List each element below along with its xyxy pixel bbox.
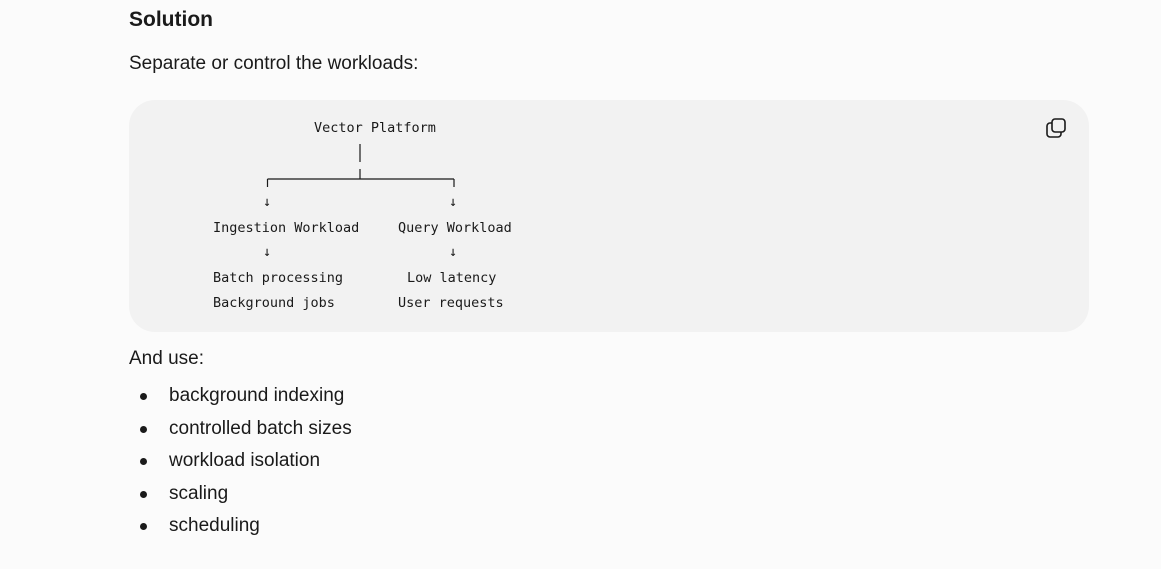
list-item-text: controlled batch sizes	[169, 417, 352, 439]
list-item-text: workload isolation	[169, 450, 321, 471]
right-item-user-requests: User requests	[398, 295, 504, 311]
right-arrow: ↓	[449, 194, 458, 210]
list-item: background indexing	[129, 383, 352, 416]
list-item: scheduling	[129, 513, 352, 546]
copy-icon	[1046, 118, 1066, 138]
bullet-list: background indexing controlled batch siz…	[129, 383, 352, 546]
section-heading: Solution	[129, 8, 213, 31]
bullet-dot	[140, 458, 147, 465]
list-item-text: background indexing	[169, 385, 345, 406]
left-item-background-jobs: Background jobs	[213, 295, 335, 311]
left-item-batch-processing: Batch processing	[213, 270, 344, 286]
left-arrow: ↓	[263, 194, 272, 210]
bullet-dot	[140, 523, 147, 530]
intro-text: Separate or control the workloads:	[129, 53, 419, 74]
bullet-dot	[140, 490, 147, 498]
code-block: Vector Platform ↓ ↓ Ingestion Workload Q…	[129, 100, 1089, 332]
copy-button[interactable]	[1044, 116, 1068, 140]
list-item: scaling	[129, 481, 352, 514]
right-sub-arrow: ↓	[449, 244, 458, 260]
right-item-low-latency: Low latency	[407, 270, 497, 286]
root-node-label: Vector Platform	[314, 120, 436, 136]
bullet-dot	[140, 425, 147, 433]
and-use-text: And use:	[129, 348, 204, 369]
list-item-text: scheduling	[169, 515, 260, 536]
list-item-text: scaling	[169, 482, 229, 504]
ingestion-workload-label: Ingestion Workload	[213, 220, 360, 236]
list-item: controlled batch sizes	[129, 416, 352, 449]
list-item: workload isolation	[129, 448, 352, 481]
query-workload-label: Query Workload	[398, 220, 512, 236]
left-sub-arrow: ↓	[263, 244, 272, 260]
bullet-dot	[140, 393, 147, 400]
